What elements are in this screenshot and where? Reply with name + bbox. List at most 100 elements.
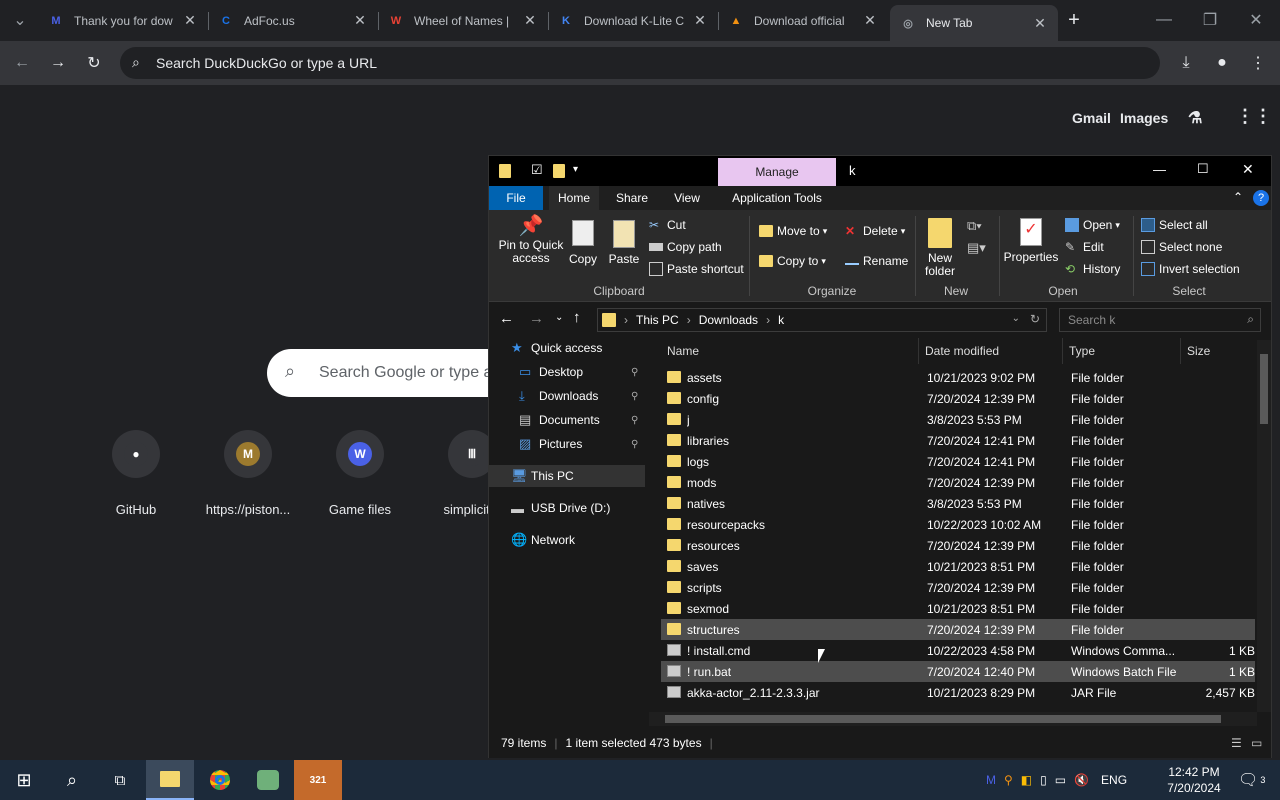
- file-row[interactable]: mods 7/20/2024 12:39 PM File folder: [661, 472, 1255, 493]
- reload-icon[interactable]: ↻: [82, 51, 106, 75]
- omnibox[interactable]: ⌕ Search DuckDuckGo or type a URL: [120, 47, 1160, 79]
- recent-locations-icon[interactable]: ⌄: [555, 312, 563, 323]
- language-indicator[interactable]: ENG: [1101, 773, 1127, 787]
- menu-icon[interactable]: ⋮: [1246, 51, 1270, 75]
- media-player-taskbar-icon[interactable]: 321: [294, 760, 342, 800]
- new-tab-button[interactable]: +: [1062, 8, 1086, 32]
- breadcrumb-this-pc[interactable]: This PC: [636, 313, 679, 327]
- rename-button[interactable]: Rename: [845, 254, 908, 268]
- column-date-modified[interactable]: Date modified: [919, 338, 1063, 364]
- back-icon[interactable]: ←: [10, 51, 34, 75]
- tab-home[interactable]: Home: [549, 186, 599, 210]
- open-button[interactable]: Open ▾: [1065, 218, 1120, 232]
- copy-to-button[interactable]: Copy to ▾: [759, 254, 826, 268]
- volume-muted-icon[interactable]: 🔇: [1074, 773, 1089, 787]
- images-link[interactable]: Images: [1120, 110, 1168, 126]
- tab-view[interactable]: View: [665, 186, 709, 210]
- notification-center-icon[interactable]: 🗨 3: [1238, 760, 1265, 800]
- apps-grid-icon[interactable]: ⋮⋮: [1236, 106, 1272, 127]
- qa-dropdown-icon[interactable]: ▾: [573, 164, 578, 175]
- column-name[interactable]: Name: [661, 338, 919, 364]
- shortcut-tile[interactable]: ● GitHub: [86, 430, 186, 517]
- file-explorer-taskbar-icon[interactable]: [146, 760, 194, 800]
- nav-item[interactable]: ▭ Desktop ⚲: [489, 361, 645, 383]
- chrome-taskbar-icon[interactable]: [196, 760, 244, 800]
- nav-item[interactable]: ▬ USB Drive (D:): [489, 497, 645, 519]
- nav-item[interactable]: ⤓ Downloads ⚲: [489, 385, 645, 407]
- app-tray-icon[interactable]: ◧: [1021, 773, 1032, 787]
- manage-contextual-tab[interactable]: Manage: [718, 158, 836, 186]
- file-row[interactable]: logs 7/20/2024 12:41 PM File folder: [661, 451, 1255, 472]
- gmail-link[interactable]: Gmail: [1072, 110, 1111, 126]
- pin-icon[interactable]: ⚲: [631, 391, 638, 402]
- forward-arrow-icon[interactable]: →: [529, 310, 544, 327]
- vertical-scrollbar[interactable]: [1257, 340, 1271, 712]
- nav-item[interactable]: ▨ Pictures ⚲: [489, 433, 645, 455]
- paste-shortcut-button[interactable]: Paste shortcut: [649, 262, 744, 276]
- details-view-icon[interactable]: ☰: [1231, 736, 1242, 750]
- address-dropdown-icon[interactable]: ⌄: [1012, 313, 1020, 324]
- start-windows-icon[interactable]: ⊞: [0, 760, 48, 800]
- task-view-icon[interactable]: ⧉: [96, 760, 144, 800]
- tab-close-icon[interactable]: ✕: [862, 12, 878, 29]
- delete-button[interactable]: ✕ Delete ▾: [845, 224, 905, 238]
- breadcrumb-k[interactable]: k: [778, 313, 784, 327]
- large-icons-view-icon[interactable]: ▭: [1251, 736, 1262, 750]
- pin-icon[interactable]: ⚲: [631, 415, 638, 426]
- file-row[interactable]: j 3/8/2023 5:53 PM File folder: [661, 409, 1255, 430]
- tab-file[interactable]: File: [489, 186, 543, 210]
- up-arrow-icon[interactable]: ↑: [573, 309, 581, 326]
- mailbird-tray-icon[interactable]: M: [986, 773, 996, 787]
- address-box[interactable]: › This PC › Downloads › k ⌄ ↻: [597, 308, 1047, 332]
- tab-close-icon[interactable]: ✕: [692, 12, 708, 29]
- help-icon[interactable]: ?: [1253, 190, 1269, 206]
- tab-close-icon[interactable]: ✕: [182, 12, 198, 29]
- file-row[interactable]: akka-actor_2.11-2.3.3.jar 10/21/2023 8:29…: [661, 682, 1255, 703]
- properties-qa-icon[interactable]: ☑: [531, 162, 543, 178]
- tab-2[interactable]: W Wheel of Names | ✕: [378, 5, 548, 36]
- tab-5[interactable]: ◎ New Tab ✕: [890, 5, 1058, 41]
- app-taskbar-icon[interactable]: [244, 760, 292, 800]
- select-none-button[interactable]: Select none: [1141, 240, 1222, 254]
- nav-item[interactable]: 🖥 This PC: [489, 465, 645, 487]
- pin-icon[interactable]: ⚲: [631, 367, 638, 378]
- invert-selection-button[interactable]: Invert selection: [1141, 262, 1240, 276]
- file-row[interactable]: natives 3/8/2023 5:53 PM File folder: [661, 493, 1255, 514]
- refresh-icon[interactable]: ↻: [1030, 312, 1040, 326]
- usb-tray-icon[interactable]: ▯: [1040, 773, 1047, 787]
- file-row[interactable]: resources 7/20/2024 12:39 PM File folder: [661, 535, 1255, 556]
- search-icon[interactable]: ⌕: [48, 760, 96, 800]
- tab-share[interactable]: Share: [607, 186, 657, 210]
- new-item-icon[interactable]: ⧉▾: [967, 218, 982, 234]
- tab-3[interactable]: K Download K-Lite C ✕: [548, 5, 718, 36]
- file-row[interactable]: resourcepacks 10/22/2023 10:02 AM File fol…: [661, 514, 1255, 535]
- forward-icon[interactable]: →: [46, 51, 70, 75]
- nav-item[interactable]: ▤ Documents ⚲: [489, 409, 645, 431]
- back-arrow-icon[interactable]: ←: [499, 310, 514, 327]
- search-k-input[interactable]: Search k ⌕: [1059, 308, 1261, 332]
- search-tray-icon[interactable]: ⚲: [1004, 773, 1013, 787]
- shortcut-tile[interactable]: W Game files: [310, 430, 410, 517]
- file-row[interactable]: libraries 7/20/2024 12:41 PM File folder: [661, 430, 1255, 451]
- edit-button[interactable]: ✎ Edit: [1065, 240, 1104, 254]
- file-row[interactable]: scripts 7/20/2024 12:39 PM File folder: [661, 577, 1255, 598]
- cut-button[interactable]: ✂ Cut: [649, 218, 686, 232]
- downloads-icon[interactable]: ⤓: [1174, 51, 1198, 75]
- clock[interactable]: 12:42 PM 7/20/2024: [1166, 760, 1222, 800]
- file-row[interactable]: config 7/20/2024 12:39 PM File folder: [661, 388, 1255, 409]
- new-folder-qa-icon[interactable]: [553, 164, 565, 178]
- restore-icon[interactable]: ❐: [1198, 8, 1222, 32]
- new-folder-button[interactable]: New folder: [923, 218, 957, 278]
- column-type[interactable]: Type: [1063, 338, 1181, 364]
- tab-close-icon[interactable]: ✕: [522, 12, 538, 29]
- select-all-button[interactable]: Select all: [1141, 218, 1208, 232]
- tab-application-tools[interactable]: Application Tools: [718, 186, 836, 210]
- tab-close-icon[interactable]: ✕: [1032, 15, 1048, 32]
- properties-button[interactable]: ✓ Properties: [1003, 218, 1059, 264]
- file-row[interactable]: assets 10/21/2023 9:02 PM File folder: [661, 367, 1255, 388]
- maximize-icon[interactable]: ☐: [1197, 161, 1209, 177]
- profile-icon[interactable]: ●: [1210, 51, 1234, 75]
- tab-close-icon[interactable]: ✕: [352, 12, 368, 29]
- file-row[interactable]: ! install.cmd 10/22/2023 4:58 PM Windows C…: [661, 640, 1255, 661]
- file-row[interactable]: sexmod 10/21/2023 8:51 PM File folder: [661, 598, 1255, 619]
